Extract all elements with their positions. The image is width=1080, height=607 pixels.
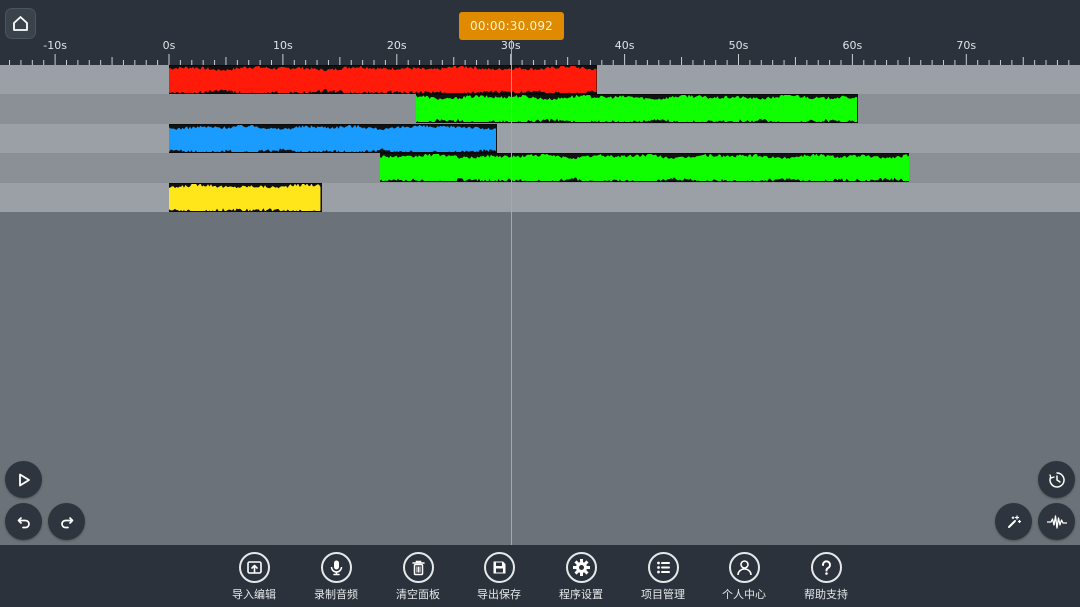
time-ruler[interactable]: -10s0s10s20s30s40s50s60s70s — [0, 36, 1080, 65]
gear-icon — [565, 552, 597, 583]
ruler-label: 50s — [728, 39, 749, 52]
clear-panel-button[interactable]: 清空面板 — [388, 552, 448, 604]
ruler-label: 70s — [956, 39, 977, 52]
export-save-label: 导出保存 — [477, 588, 521, 601]
track-row[interactable] — [0, 153, 1080, 183]
list-icon — [647, 552, 679, 583]
record-audio-label: 录制音频 — [314, 588, 358, 601]
effects-button[interactable] — [995, 503, 1032, 540]
audio-clip[interactable] — [169, 123, 498, 153]
microphone-icon — [320, 552, 352, 583]
personal-center-button[interactable]: 个人中心 — [714, 552, 774, 604]
audio-clip[interactable] — [169, 65, 598, 94]
ruler-label: 20s — [386, 39, 407, 52]
import-edit-button[interactable]: 导入编辑 — [224, 552, 284, 604]
track-row[interactable] — [0, 94, 1080, 124]
undo-button[interactable] — [5, 503, 42, 540]
track-area[interactable] — [0, 65, 1080, 212]
waveform — [169, 183, 321, 211]
playhead-line[interactable] — [511, 40, 512, 545]
export-save-button[interactable]: 导出保存 — [469, 552, 529, 604]
personal-center-label: 个人中心 — [722, 588, 766, 601]
bottom-toolbar: 导入编辑 录制音频 清空面板 导出保存 程序设置 项目管理 个人中心 帮助支持 — [0, 545, 1080, 607]
play-button[interactable] — [5, 461, 42, 498]
program-settings-label: 程序设置 — [559, 588, 603, 601]
user-icon — [728, 552, 760, 583]
track-row[interactable] — [0, 182, 1080, 212]
timeline-header: 00:00:30.092 -10s0s10s20s30s40s50s60s70s — [0, 0, 1080, 65]
waveform-button[interactable] — [1038, 503, 1075, 540]
import-icon — [238, 552, 270, 583]
waveform — [416, 95, 858, 123]
import-edit-label: 导入编辑 — [232, 588, 276, 601]
program-settings-button[interactable]: 程序设置 — [551, 552, 611, 604]
project-management-label: 项目管理 — [641, 588, 685, 601]
home-button[interactable] — [5, 8, 36, 39]
timer-icon — [1048, 471, 1065, 488]
waveform-icon — [1046, 514, 1067, 529]
audio-clip[interactable] — [416, 94, 859, 124]
help-support-label: 帮助支持 — [804, 588, 848, 601]
track-row[interactable] — [0, 65, 1080, 95]
ruler-label: 0s — [162, 39, 176, 52]
record-audio-button[interactable]: 录制音频 — [306, 552, 366, 604]
waveform — [169, 124, 496, 152]
ruler-label: 60s — [842, 39, 863, 52]
waveform — [169, 66, 597, 93]
magic-wand-icon — [1007, 514, 1021, 528]
save-icon — [483, 552, 515, 583]
undo-icon — [17, 516, 30, 528]
audio-clip[interactable] — [379, 153, 910, 183]
ruler-label: -10s — [43, 39, 67, 52]
home-icon — [13, 16, 28, 31]
ruler-label: 40s — [614, 39, 635, 52]
clear-panel-label: 清空面板 — [396, 588, 440, 601]
trash-icon — [402, 552, 434, 583]
track-row[interactable] — [0, 123, 1080, 154]
play-icon — [18, 473, 30, 486]
project-management-button[interactable]: 项目管理 — [633, 552, 693, 604]
timer-button[interactable] — [1038, 461, 1075, 498]
audio-clip[interactable] — [169, 182, 322, 212]
waveform — [379, 154, 910, 182]
help-support-button[interactable]: 帮助支持 — [796, 552, 856, 604]
redo-button[interactable] — [48, 503, 85, 540]
help-icon — [810, 552, 842, 583]
redo-icon — [60, 516, 73, 528]
ruler-label: 10s — [273, 39, 293, 52]
